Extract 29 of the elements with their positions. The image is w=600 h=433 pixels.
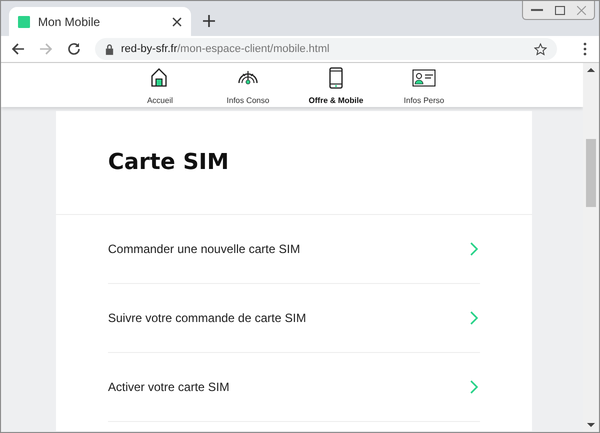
site-logo-icon	[18, 16, 30, 28]
address-bar[interactable]: red-by-sfr.fr/mon-espace-client/mobile.html	[95, 38, 557, 60]
chevron-right-icon	[470, 242, 478, 256]
back-icon[interactable]	[11, 42, 25, 56]
scroll-thumb[interactable]	[586, 139, 596, 207]
scroll-down-icon[interactable]	[587, 423, 595, 427]
maximize-icon[interactable]	[555, 6, 565, 14]
menu-icon[interactable]	[583, 42, 587, 56]
reload-icon[interactable]	[67, 42, 81, 56]
chevron-right-icon	[470, 311, 478, 325]
scroll-up-icon[interactable]	[587, 68, 595, 72]
browser-tab[interactable]: Mon Mobile	[9, 7, 191, 36]
tab-title: Mon Mobile	[38, 14, 102, 28]
nav-item[interactable]: Offre & Mobile	[306, 63, 366, 107]
menu-link[interactable]: Activer votre carte SIM	[108, 353, 480, 422]
menu-link[interactable]: Suivre votre commande de carte SIM	[108, 284, 480, 353]
close-icon[interactable]	[172, 16, 182, 26]
scrollbar[interactable]	[583, 63, 599, 432]
nav-item[interactable]: Accueil	[130, 63, 190, 107]
star-icon[interactable]	[534, 42, 547, 56]
lock-icon	[105, 44, 114, 54]
nav-item[interactable]: Infos Conso	[218, 63, 278, 107]
menu-link[interactable]: Commander une nouvelle carte SIM	[108, 215, 480, 284]
chevron-right-icon	[470, 380, 478, 394]
minimize-icon[interactable]	[531, 8, 543, 12]
nav-item[interactable]: Infos Perso	[394, 63, 454, 107]
card-title: Carte SIM	[108, 150, 229, 175]
url-text: red-by-sfr.fr/mon-espace-client/mobile.html	[121, 43, 330, 55]
new-tab-icon[interactable]	[203, 15, 215, 27]
